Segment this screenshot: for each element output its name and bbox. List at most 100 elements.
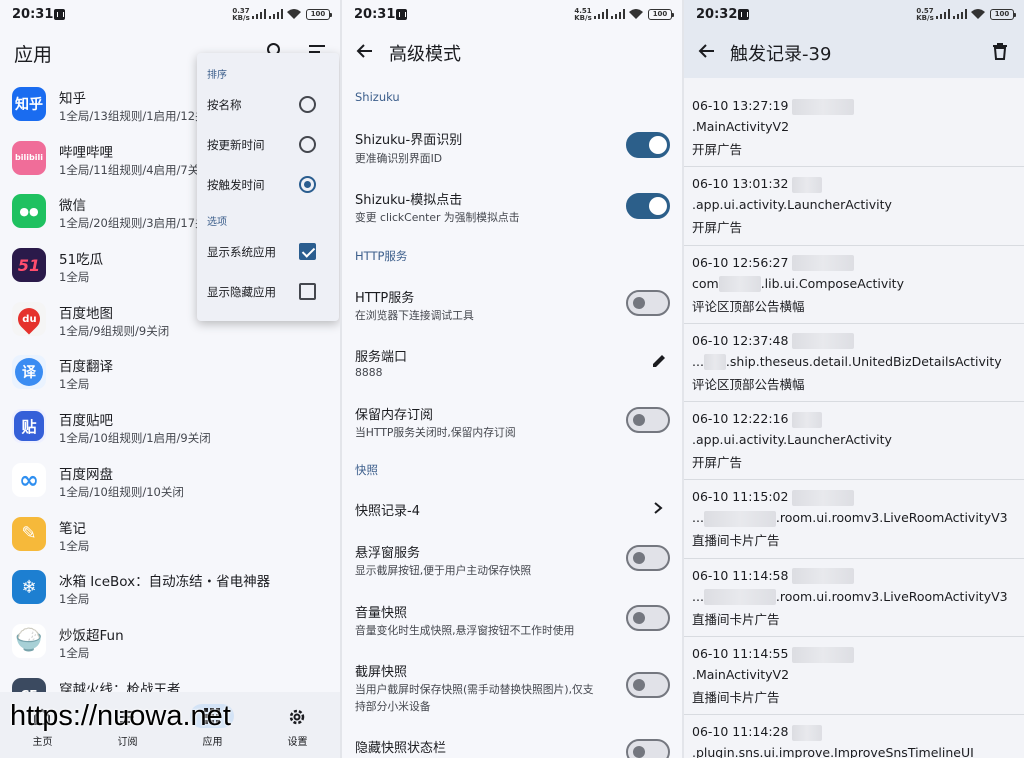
- log-time: 06-10 13:27:19: [692, 98, 855, 115]
- app-name: 百度网盘: [59, 466, 113, 483]
- status-time: 20:32: [696, 7, 738, 22]
- app-item-icebox[interactable]: ❄ 冰箱 IceBox：自动冻结・省电神器 1全局: [0, 561, 340, 615]
- log-entry[interactable]: 06-10 11:15:02 ... .room.ui.roomv3.LiveRo…: [684, 480, 1024, 559]
- notification-icon: [54, 9, 65, 20]
- app-name: 百度翻译: [59, 359, 113, 376]
- app-rule-summary: 1全局/10组规则/1启用/9关闭: [59, 431, 211, 446]
- toggle-switch-off[interactable]: [626, 605, 670, 631]
- toggle-switch-off[interactable]: [626, 407, 670, 433]
- setting-desc: 变更 clickCenter 为强制模拟点击: [355, 211, 520, 224]
- section-snapshot: 快照: [355, 463, 378, 477]
- sort-menu: 排序 按名称 按更新时间 按触发时间 选项 显示系统应用 显示隐藏应用: [197, 53, 339, 321]
- wifi-icon: [287, 9, 301, 19]
- toggle-switch-off[interactable]: [626, 739, 670, 758]
- toggle-switch-off[interactable]: [626, 672, 670, 698]
- nav-label: 设置: [287, 737, 308, 748]
- signal-icon: [269, 9, 283, 19]
- log-entry[interactable]: 06-10 11:14:58 ... .room.ui.roomv3.LiveRo…: [684, 559, 1024, 638]
- 51chigua-app-icon: 51: [12, 248, 46, 283]
- setting-desc: 在浏览器下连接调试工具: [355, 309, 474, 322]
- log-entry[interactable]: 06-10 13:27:19 .MainActivityV2 开屏广告: [684, 89, 1024, 168]
- sort-option-name[interactable]: 按名称: [197, 85, 339, 125]
- app-rule-summary: 1全局/10组规则/10关闭: [59, 484, 184, 499]
- log-entry[interactable]: 06-10 12:56:27 com .lib.ui.ComposeActivit…: [684, 246, 1024, 324]
- toggle-switch-on[interactable]: [626, 193, 670, 219]
- redacted-package: [703, 510, 776, 527]
- edit-pencil-icon[interactable]: [650, 352, 668, 370]
- signal-icon: [252, 9, 266, 19]
- checkbox-checked[interactable]: [299, 243, 316, 260]
- nav-settings[interactable]: 设置: [255, 692, 340, 758]
- setting-desc: 当HTTP服务关闭时,保留内存订阅: [355, 426, 516, 439]
- redacted-app-name: [792, 333, 855, 350]
- section-shizuku: Shizuku: [355, 90, 400, 104]
- app-rule-summary: 1全局/9组规则/9关闭: [59, 323, 170, 338]
- log-entry[interactable]: 06-10 12:22:16 .app.ui.activity.Launcher…: [684, 402, 1024, 481]
- signal-icon: [611, 9, 625, 19]
- checkbox[interactable]: [299, 283, 316, 300]
- setting-desc: 更准确识别界面ID: [355, 152, 443, 165]
- status-time: 20:31: [12, 7, 54, 22]
- toggle-switch-on[interactable]: [626, 132, 670, 158]
- app-rule-summary: 1全局: [59, 270, 90, 285]
- page-title: 应用: [14, 44, 53, 66]
- redacted-package: [703, 589, 776, 606]
- radio-button-selected[interactable]: [299, 176, 316, 193]
- baidu-netdisk-app-icon: ∞: [12, 462, 46, 497]
- section-http: HTTP服务: [355, 249, 408, 263]
- sort-option-update-time[interactable]: 按更新时间: [197, 125, 339, 165]
- status-bar: 20:31 4.51 KB/s 100: [342, 0, 682, 28]
- setting-title: Shizuku-界面识别: [355, 133, 463, 148]
- app-rule-summary: 1全局: [59, 538, 90, 553]
- delete-trash-icon[interactable]: [992, 42, 1008, 60]
- app-item-baidu-tieba[interactable]: 贴 百度贴吧 1全局/10组规则/1启用/9关闭: [0, 400, 340, 454]
- log-activity: ... .room.ui.roomv3.LiveRoomActivityV3: [692, 510, 1008, 527]
- redacted-app-name: [792, 176, 823, 193]
- baidu-map-app-icon: du: [12, 301, 46, 336]
- nav-label: 主页: [32, 737, 53, 748]
- signal-icon: [953, 9, 967, 19]
- toggle-switch-off[interactable]: [626, 290, 670, 316]
- log-activity: .MainActivityV2: [692, 667, 790, 683]
- log-entry[interactable]: 06-10 12:37:48 ... .ship.theseus.detail.U…: [684, 324, 1024, 403]
- back-arrow-icon[interactable]: [698, 42, 716, 60]
- redacted-app-name: [792, 568, 855, 585]
- option-show-system-apps[interactable]: 显示系统应用: [197, 232, 339, 272]
- log-time: 06-10 11:15:02: [692, 489, 855, 506]
- app-item-chaofan[interactable]: 🍚 炒饭超Fun 1全局: [0, 615, 340, 669]
- app-item-notes[interactable]: ✎ 笔记 1全局: [0, 508, 340, 562]
- option-show-hidden-apps[interactable]: 显示隐藏应用: [197, 272, 339, 312]
- app-name: 炒饭超Fun: [59, 627, 124, 644]
- log-entry[interactable]: 06-10 13:01:32 .app.ui.activity.Launcher…: [684, 167, 1024, 246]
- trigger-log-list: 06-10 13:27:19 .MainActivityV2 开屏广告 06-1…: [684, 89, 1024, 758]
- app-item-baidu-translate[interactable]: 译 百度翻译 1全局: [0, 346, 340, 400]
- setting-title: Shizuku-模拟点击: [355, 193, 463, 208]
- back-arrow-icon[interactable]: [356, 42, 374, 60]
- radio-button[interactable]: [299, 136, 316, 153]
- log-activity: com .lib.ui.ComposeActivity: [692, 275, 904, 293]
- redacted-app-name: [792, 489, 855, 506]
- advanced-panel: 20:31 4.51 KB/s 100 高级模式 Shizuku Shizuku-…: [342, 0, 682, 758]
- redacted-app-name: [792, 646, 855, 663]
- options-heading: 选项: [207, 217, 227, 228]
- redacted-package: [718, 276, 761, 293]
- redacted-app-name: [792, 724, 823, 741]
- log-entry[interactable]: 06-10 11:14:55 .MainActivityV2 直播间卡片广告: [684, 637, 1024, 716]
- log-entry[interactable]: 06-10 11:14:28 .plugin.sns.ui.improve.Im…: [684, 715, 1024, 758]
- toggle-switch-off[interactable]: [626, 545, 670, 571]
- radio-button[interactable]: [299, 96, 316, 113]
- log-rule: 开屏广告: [692, 142, 743, 157]
- apps-panel: 20:31 0.37 KB/s 100 应用 知乎 知乎 1全局/13组规则/1启…: [0, 0, 340, 758]
- app-item-baidu-netdisk[interactable]: ∞ 百度网盘 1全局/10组规则/10关闭: [0, 454, 340, 508]
- battery-icon: 100: [648, 9, 674, 20]
- sort-option-trigger-time[interactable]: 按触发时间: [197, 165, 339, 205]
- app-name: 哔哩哔哩: [59, 144, 113, 161]
- log-activity: ... .ship.theseus.detail.UnitedBizDetails…: [692, 353, 1002, 371]
- redacted-package: [703, 354, 726, 371]
- setting-title: 服务端口: [355, 350, 408, 365]
- log-activity: .app.ui.activity.LauncherActivity: [692, 432, 892, 448]
- trigger-records-panel: 20:32 0.57 KB/s 100 触发记录-39 06-10 13:27:1…: [684, 0, 1024, 758]
- notification-icon: [396, 9, 407, 20]
- app-name: 冰箱 IceBox：自动冻结・省电神器: [59, 574, 271, 591]
- setting-title: 悬浮窗服务: [355, 546, 421, 561]
